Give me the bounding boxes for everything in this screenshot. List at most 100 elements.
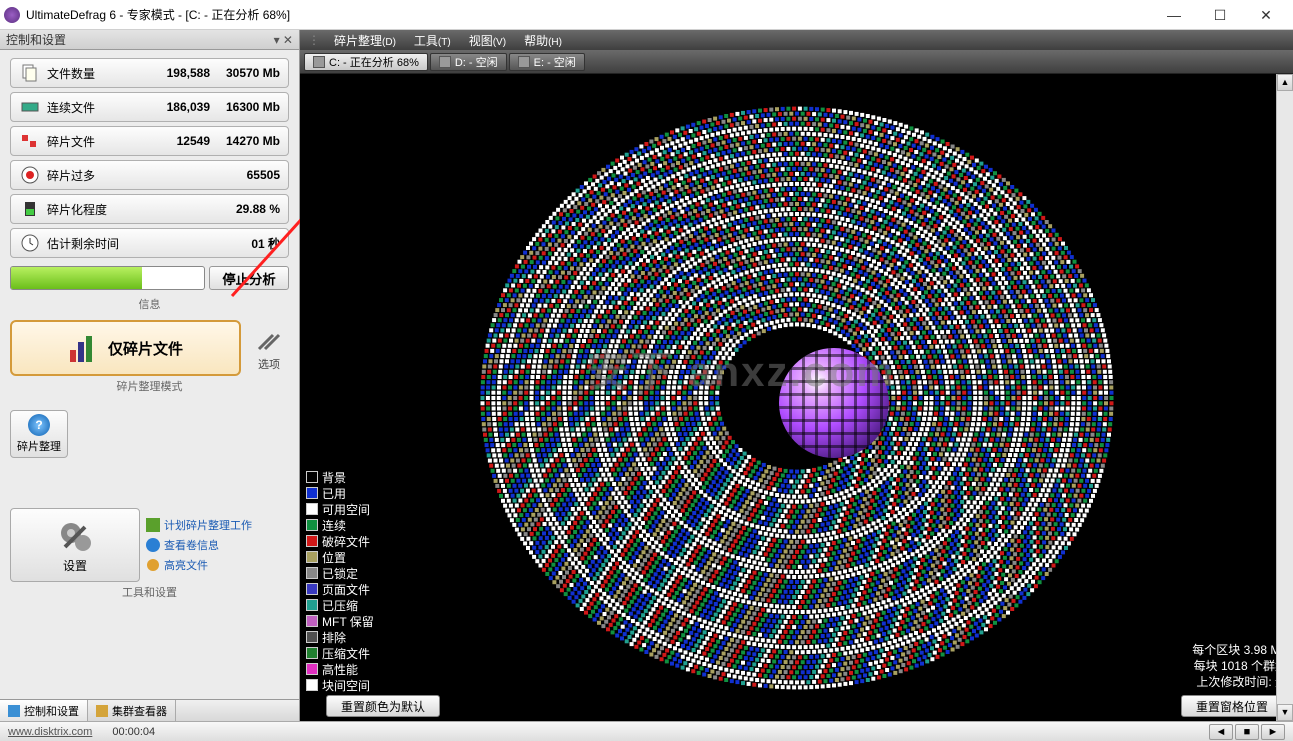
info-icon: [146, 538, 160, 552]
legend-swatch: [306, 679, 318, 691]
frag-only-button[interactable]: 仅碎片文件: [10, 320, 241, 376]
window-title: UltimateDefrag 6 - 专家模式 - [C: - 正在分析 68%…: [26, 6, 1151, 23]
app-icon: [4, 7, 20, 23]
menu-help[interactable]: 帮助(H): [516, 32, 570, 49]
reset-window-button[interactable]: 重置窗格位置: [1181, 695, 1283, 717]
mode-section-label: 碎片整理模式: [0, 376, 299, 402]
right-panel: ⋮ 碎片整理(D) 工具(T) 视图(V) 帮助(H) C: - 正在分析 68…: [300, 30, 1293, 721]
legend-item: 位置: [306, 549, 374, 565]
legend-item: 高性能: [306, 661, 374, 677]
legend-swatch: [306, 663, 318, 675]
stats-section: 文件数量 198,588 30570 Mb 连续文件 186,039 16300…: [0, 50, 299, 266]
tab-cluster-viewer[interactable]: 集群查看器: [88, 700, 176, 721]
scroll-up-button[interactable]: ▲: [1277, 74, 1293, 91]
bars-icon: [68, 332, 100, 364]
scroll-track[interactable]: [1277, 91, 1293, 704]
drive-icon: [313, 56, 325, 68]
legend-swatch: [306, 631, 318, 643]
stat-excess-frag: 碎片过多 65505: [10, 160, 289, 190]
legend-item: 压缩文件: [306, 645, 374, 661]
legend-item: 破碎文件: [306, 533, 374, 549]
stat-frag-degree: 碎片化程度 29.88 %: [10, 194, 289, 224]
disk-visualization[interactable]: 安下 anxz.com 背景已用可用空间连续破碎文件位置已锁定页面文件已压缩MF…: [300, 74, 1293, 721]
vertical-scrollbar[interactable]: ▲ ▼: [1276, 74, 1293, 721]
status-bar: www.disktrix.com 00:00:04 ◄ ■ ►: [0, 721, 1293, 741]
legend-item: 已用: [306, 485, 374, 501]
stop-analysis-button[interactable]: 停止分析: [209, 266, 289, 290]
status-prev-button[interactable]: ◄: [1209, 724, 1233, 740]
legend-item: 连续: [306, 517, 374, 533]
drive-tab-d[interactable]: D: - 空闲: [430, 53, 507, 71]
drive-icon: [518, 56, 530, 68]
viz-info: 每个区块 3.98 Mb 每块 1018 个群集 上次修改时间: 无: [1192, 641, 1287, 689]
legend-item: 已压缩: [306, 597, 374, 613]
legend-swatch: [306, 615, 318, 627]
legend-swatch: [306, 647, 318, 659]
menubar-grip-icon: ⋮: [308, 33, 320, 47]
status-next-button[interactable]: ►: [1261, 724, 1285, 740]
stat-time-remain: 估计剩余时间 01 秒: [10, 228, 289, 258]
drive-tabs: C: - 正在分析 68% D: - 空闲 E: - 空闲: [300, 50, 1293, 74]
scroll-down-button[interactable]: ▼: [1277, 704, 1293, 721]
menu-defrag[interactable]: 碎片整理(D): [326, 32, 404, 49]
files-icon: [19, 62, 41, 84]
settings-button[interactable]: 设置: [10, 508, 140, 582]
menubar: ⋮ 碎片整理(D) 工具(T) 视图(V) 帮助(H): [300, 30, 1293, 50]
legend-swatch: [306, 583, 318, 595]
vendor-link[interactable]: www.disktrix.com: [8, 726, 92, 738]
stat-file-count: 文件数量 198,588 30570 Mb: [10, 58, 289, 88]
center-sphere: [779, 348, 889, 458]
volume-info-link[interactable]: 查看卷信息: [146, 537, 289, 553]
reset-colors-button[interactable]: 重置颜色为默认: [326, 695, 440, 717]
grid-icon: [96, 705, 108, 717]
gauge-icon: [19, 198, 41, 220]
status-stop-button[interactable]: ■: [1235, 724, 1259, 740]
clock-icon: [19, 232, 41, 254]
legend-swatch: [306, 503, 318, 515]
titlebar: UltimateDefrag 6 - 专家模式 - [C: - 正在分析 68%…: [0, 0, 1293, 30]
legend-item: 已锁定: [306, 565, 374, 581]
left-panel: 控制和设置 ▾ ✕ 文件数量 198,588 30570 Mb 连续文件 186…: [0, 30, 300, 721]
tools-icon: [255, 325, 283, 353]
left-panel-title: 控制和设置: [6, 31, 66, 48]
legend-item: 页面文件: [306, 581, 374, 597]
legend-swatch: [306, 519, 318, 531]
legend-swatch: [306, 535, 318, 547]
maximize-button[interactable]: ☐: [1197, 0, 1243, 30]
defrag-button[interactable]: ? 碎片整理: [10, 410, 68, 458]
minimize-button[interactable]: —: [1151, 0, 1197, 30]
legend-item: 背景: [306, 469, 374, 485]
bulb-icon: [146, 558, 160, 572]
tab-control-settings[interactable]: 控制和设置: [0, 700, 88, 721]
schedule-link[interactable]: 计划碎片整理工作: [146, 517, 289, 533]
tools-section-label: 工具和设置: [0, 582, 299, 608]
excess-icon: [19, 164, 41, 186]
legend-item: 可用空间: [306, 501, 374, 517]
legend-swatch: [306, 599, 318, 611]
legend-swatch: [306, 487, 318, 499]
calendar-icon: [146, 518, 160, 532]
help-icon: ?: [28, 414, 50, 436]
drive-tab-e[interactable]: E: - 空闲: [509, 53, 585, 71]
legend-item: 块间空间: [306, 677, 374, 693]
fragmented-icon: [19, 130, 41, 152]
menu-tools[interactable]: 工具(T): [406, 32, 459, 49]
close-button[interactable]: ✕: [1243, 0, 1289, 30]
legend-swatch: [306, 471, 318, 483]
highlight-link[interactable]: 高亮文件: [146, 557, 289, 573]
drive-icon: [439, 56, 451, 68]
panel-dropdown-icon[interactable]: ▾ ✕: [274, 33, 293, 47]
options-button[interactable]: 选项: [249, 325, 289, 372]
progress-bar: [10, 266, 205, 290]
elapsed-time: 00:00:04: [112, 726, 155, 738]
menu-view[interactable]: 视图(V): [461, 32, 514, 49]
drive-tab-c[interactable]: C: - 正在分析 68%: [304, 53, 428, 71]
panel-icon: [8, 705, 20, 717]
legend-item: MFT 保留: [306, 613, 374, 629]
bottom-tabs: 控制和设置 集群查看器: [0, 699, 299, 721]
stat-contiguous: 连续文件 186,039 16300 Mb: [10, 92, 289, 122]
legend-swatch: [306, 551, 318, 563]
contiguous-icon: [19, 96, 41, 118]
left-panel-header: 控制和设置 ▾ ✕: [0, 30, 299, 50]
info-section-label: 信息: [0, 294, 299, 320]
